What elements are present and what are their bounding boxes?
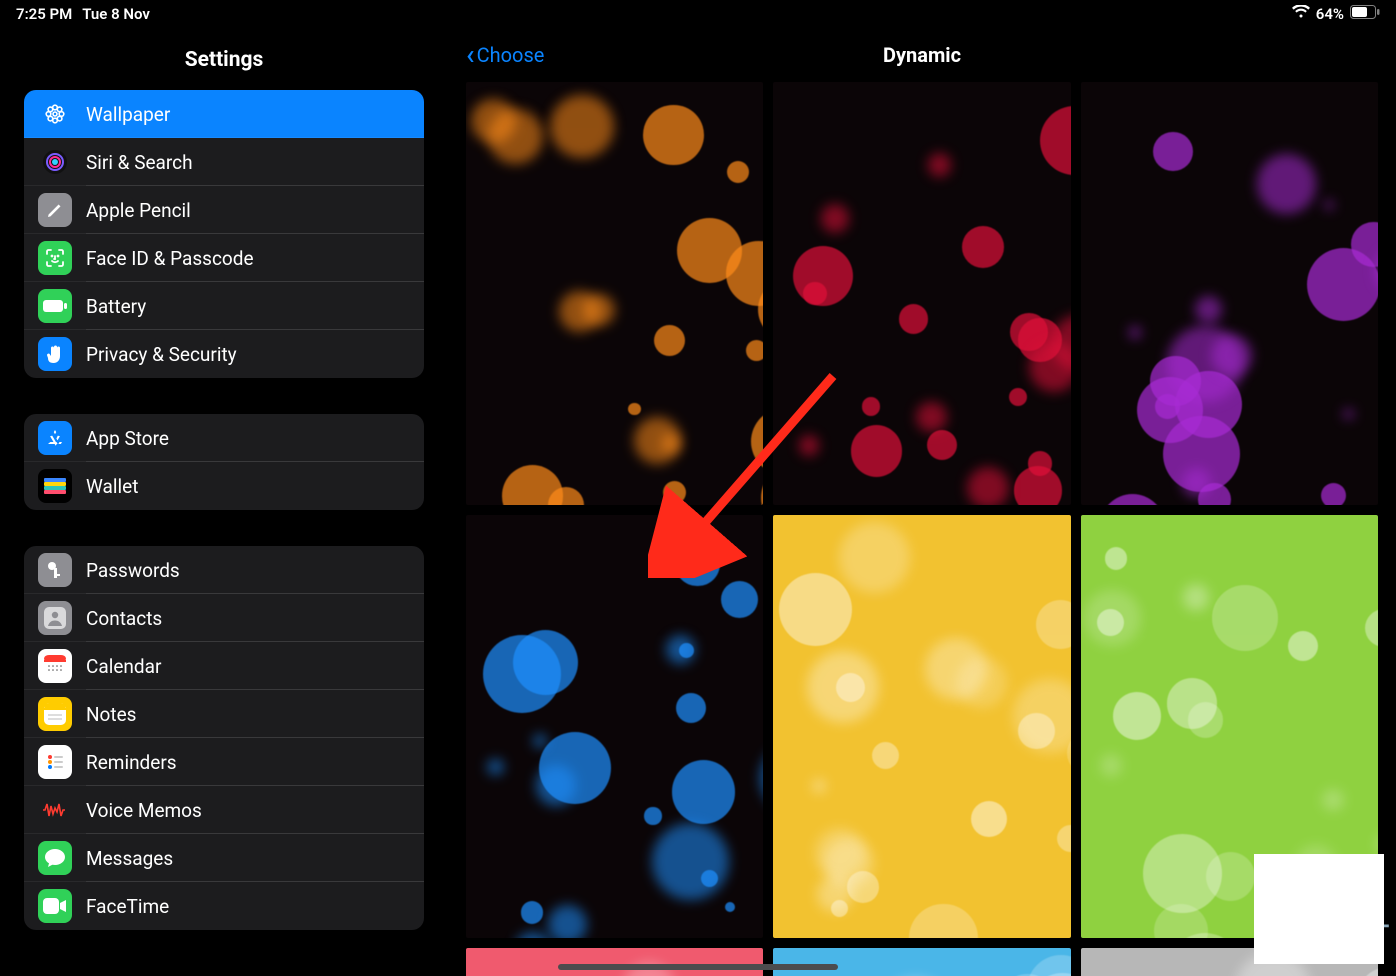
siri-icon	[38, 145, 72, 179]
wallet-icon	[38, 469, 72, 503]
sidebar-item-label: FaceTime	[86, 895, 169, 918]
back-label: Choose	[477, 43, 545, 67]
reminders-icon	[38, 745, 72, 779]
messages-icon	[38, 841, 72, 875]
settings-sidebar: Settings Wallpaper Siri & Search Apple Pen…	[0, 28, 448, 976]
sidebar-item-wallpaper[interactable]: Wallpaper	[24, 90, 424, 138]
wallpaper-thumb-4[interactable]	[773, 515, 1070, 938]
battery-icon	[38, 289, 72, 323]
hand-icon	[38, 337, 72, 371]
sidebar-item-label: Apple Pencil	[86, 199, 191, 222]
sidebar-item-facetime[interactable]: FaceTime	[24, 882, 424, 930]
sidebar-item-label: Siri & Search	[86, 151, 193, 174]
sidebar-item-wallet[interactable]: Wallet	[24, 462, 424, 510]
sidebar-item-label: Wallet	[86, 475, 138, 498]
sidebar-title: Settings	[0, 28, 448, 90]
detail-title: Dynamic	[448, 43, 1396, 67]
sidebar-item-siri-search[interactable]: Siri & Search	[24, 138, 424, 186]
sidebar-item-label: Calendar	[86, 655, 161, 678]
sidebar-item-label: Battery	[86, 295, 146, 318]
wallpaper-thumb-3[interactable]	[466, 515, 763, 938]
sidebar-item-apple-pencil[interactable]: Apple Pencil	[24, 186, 424, 234]
sidebar-section: App Store Wallet	[24, 414, 424, 510]
battery-icon	[1350, 5, 1380, 23]
sidebar-item-label: Notes	[86, 703, 137, 726]
sidebar-item-passwords[interactable]: Passwords	[24, 546, 424, 594]
status-time: 7:25 PM	[16, 5, 72, 23]
status-date: Tue 8 Nov	[82, 5, 150, 23]
home-indicator	[558, 964, 838, 970]
detail-pane: ‹ Choose Dynamic	[448, 28, 1396, 976]
sidebar-item-messages[interactable]: Messages	[24, 834, 424, 882]
wallpaper-thumb-0[interactable]	[466, 82, 763, 505]
wallpaper-thumb-7[interactable]	[773, 948, 1070, 976]
flower-icon	[38, 97, 72, 131]
contacts-icon	[38, 601, 72, 635]
sidebar-item-face-id-passcode[interactable]: Face ID & Passcode	[24, 234, 424, 282]
wallpaper-thumb-1[interactable]	[773, 82, 1070, 505]
sidebar-item-label: Voice Memos	[86, 799, 202, 822]
chevron-left-icon: ‹	[466, 41, 475, 69]
sidebar-item-contacts[interactable]: Contacts	[24, 594, 424, 642]
sidebar-section: Passwords Contacts Calendar Notes Reminders V…	[24, 546, 424, 930]
calendar-icon	[38, 649, 72, 683]
sidebar-item-reminders[interactable]: Reminders	[24, 738, 424, 786]
sidebar-item-label: Messages	[86, 847, 173, 870]
sidebar-item-label: Reminders	[86, 751, 177, 774]
wallpaper-thumb-6[interactable]	[466, 948, 763, 976]
back-button[interactable]: ‹ Choose	[466, 41, 544, 69]
battery-percent: 64%	[1316, 5, 1344, 23]
wallpaper-grid	[466, 82, 1378, 976]
status-bar: 7:25 PM Tue 8 Nov 64%	[0, 0, 1396, 28]
sidebar-item-notes[interactable]: Notes	[24, 690, 424, 738]
sidebar-item-label: Wallpaper	[86, 103, 170, 126]
wifi-icon	[1292, 5, 1310, 23]
pencil-icon	[38, 193, 72, 227]
key-icon	[38, 553, 72, 587]
notes-icon	[38, 697, 72, 731]
sidebar-section: Wallpaper Siri & Search Apple Pencil Face I…	[24, 90, 424, 378]
white-overlay-box	[1254, 854, 1384, 964]
sidebar-item-calendar[interactable]: Calendar	[24, 642, 424, 690]
sidebar-item-label: Face ID & Passcode	[86, 247, 254, 270]
voicememo-icon	[38, 793, 72, 827]
appstore-icon	[38, 421, 72, 455]
facetime-icon	[38, 889, 72, 923]
sidebar-item-battery[interactable]: Battery	[24, 282, 424, 330]
sidebar-item-label: Privacy & Security	[86, 343, 237, 366]
faceid-icon	[38, 241, 72, 275]
sidebar-item-privacy-security[interactable]: Privacy & Security	[24, 330, 424, 378]
sidebar-item-label: App Store	[86, 427, 169, 450]
sidebar-item-app-store[interactable]: App Store	[24, 414, 424, 462]
sidebar-item-voice-memos[interactable]: Voice Memos	[24, 786, 424, 834]
wallpaper-thumb-2[interactable]	[1081, 82, 1378, 505]
sidebar-item-label: Passwords	[86, 559, 180, 582]
sidebar-item-label: Contacts	[86, 607, 162, 630]
